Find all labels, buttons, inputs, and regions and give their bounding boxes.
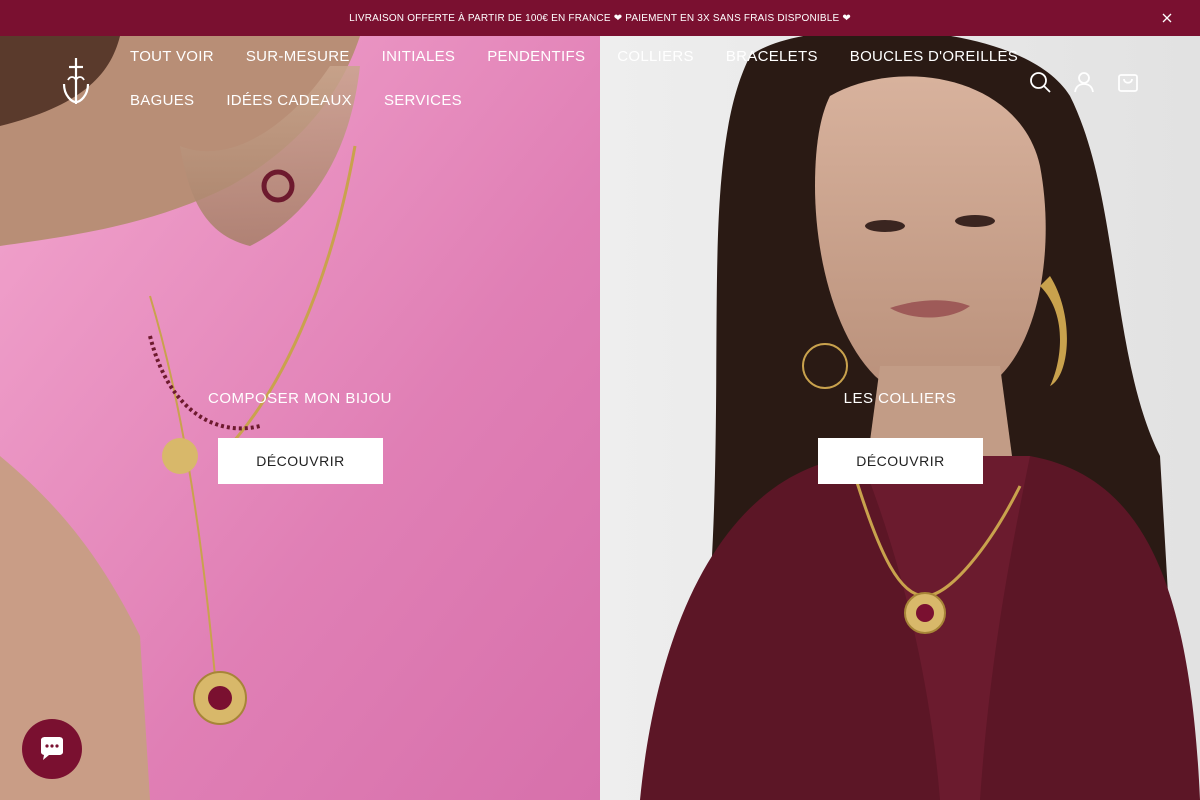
nav-item-initiales[interactable]: INITIALES [382, 48, 456, 70]
brand-logo[interactable] [60, 56, 92, 106]
nav-item-services[interactable]: SERVICES [384, 92, 462, 114]
nav-item-boucles-oreilles[interactable]: BOUCLES D'OREILLES [850, 48, 1018, 70]
hero-panel-necklaces: LES COLLIERS DÉCOUVRIR [600, 36, 1200, 800]
nav-item-idees-cadeaux[interactable]: IDÉES CADEAUX [226, 92, 352, 114]
announcement-bar: LIVRAISON OFFERTE À PARTIR DE 100€ EN FR… [0, 0, 1200, 36]
main-navigation: TOUT VOIR SUR-MESURE INITIALES PENDENTIF… [130, 48, 1018, 136]
hero-image-burgundy-jacket [600, 36, 1200, 800]
header-tools [1028, 70, 1160, 94]
nav-item-bagues[interactable]: BAGUES [130, 92, 194, 114]
hero-banner: COMPOSER MON BIJOU DÉCOUVRIR LES COLLIER… [0, 36, 1200, 800]
close-icon[interactable] [1160, 11, 1174, 25]
user-icon[interactable] [1072, 70, 1096, 94]
announcement-text: LIVRAISON OFFERTE À PARTIR DE 100€ EN FR… [349, 12, 851, 24]
discover-necklaces-button[interactable]: DÉCOUVRIR [818, 438, 983, 484]
nav-item-sur-mesure[interactable]: SUR-MESURE [246, 48, 350, 70]
nav-item-tout-voir[interactable]: TOUT VOIR [130, 48, 214, 70]
chat-button[interactable] [22, 719, 82, 779]
cart-icon[interactable] [1116, 70, 1140, 94]
chat-icon [41, 737, 63, 760]
hero-caption-necklaces: LES COLLIERS [843, 390, 957, 407]
hero-panel-compose: COMPOSER MON BIJOU DÉCOUVRIR [0, 36, 600, 800]
hero-image-pink-sweater [0, 36, 600, 800]
search-icon[interactable] [1028, 70, 1052, 94]
nav-item-pendentifs[interactable]: PENDENTIFS [487, 48, 585, 70]
hero-caption-compose: COMPOSER MON BIJOU [207, 390, 392, 407]
cross-anchor-logo-icon [62, 58, 90, 104]
nav-item-bracelets[interactable]: BRACELETS [726, 48, 818, 70]
discover-compose-button[interactable]: DÉCOUVRIR [218, 438, 383, 484]
nav-item-colliers[interactable]: COLLIERS [617, 48, 694, 70]
nav-row-primary: TOUT VOIR SUR-MESURE INITIALES PENDENTIF… [130, 48, 1018, 70]
nav-row-secondary: BAGUES IDÉES CADEAUX SERVICES [130, 92, 990, 114]
